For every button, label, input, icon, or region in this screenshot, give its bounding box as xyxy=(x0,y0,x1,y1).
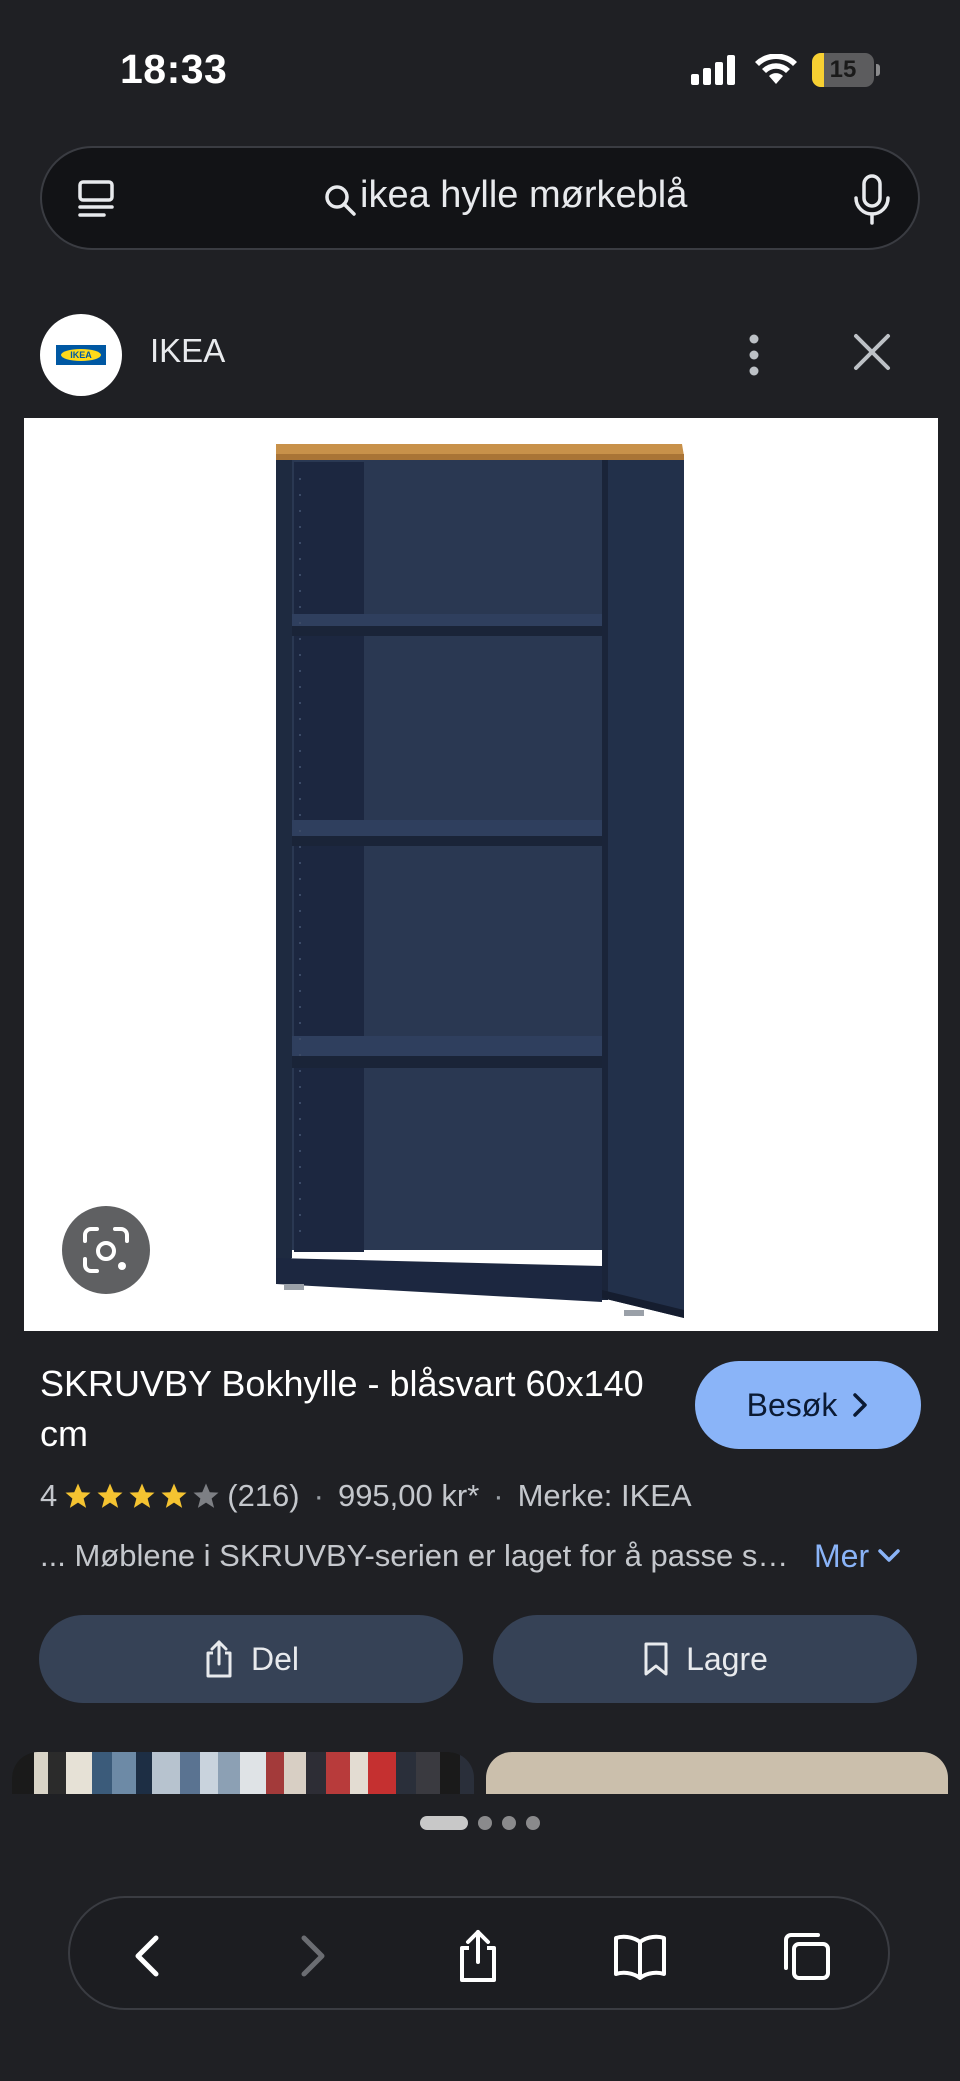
share-button[interactable]: Del xyxy=(39,1615,463,1703)
ikea-logo[interactable]: IKEA xyxy=(40,314,122,396)
source-name[interactable]: IKEA xyxy=(150,332,225,370)
chevron-down-icon xyxy=(878,1549,900,1562)
tabs-icon[interactable] xyxy=(778,1928,834,1984)
rating-value: 4 xyxy=(40,1478,58,1513)
description: ... Møblene i SKRUVBY-serien er laget fo… xyxy=(40,1538,800,1573)
description-row: ... Møblene i SKRUVBY-serien er laget fo… xyxy=(40,1531,920,1581)
meta-row: 4 (216) · 995,00 kr* · Merke: IKEA xyxy=(40,1473,692,1519)
star-filled-icon xyxy=(161,1483,187,1508)
related-image-thumbnail[interactable] xyxy=(12,1752,474,1794)
brand: Merke: IKEA xyxy=(517,1478,692,1513)
forward-icon[interactable] xyxy=(284,1928,340,1984)
close-icon[interactable] xyxy=(852,332,892,372)
product-image[interactable] xyxy=(24,418,938,1331)
related-image-thumbnail[interactable] xyxy=(486,1752,948,1794)
star-filled-icon xyxy=(129,1483,155,1508)
wifi-icon xyxy=(755,54,797,84)
save-button[interactable]: Lagre xyxy=(493,1615,917,1703)
save-label: Lagre xyxy=(686,1640,768,1677)
price: 995,00 kr* xyxy=(337,1478,480,1513)
review-count: (216) xyxy=(227,1478,300,1513)
page-indicator xyxy=(0,1816,960,1830)
more-link[interactable]: Mer xyxy=(814,1538,901,1575)
bookshelf-image xyxy=(24,418,938,1331)
signal-icon xyxy=(691,55,735,85)
search-bar[interactable]: ikea hylle mørkeblå xyxy=(40,146,920,250)
books-image xyxy=(12,1752,474,1794)
share-icon[interactable] xyxy=(450,1928,506,1984)
star-filled-icon xyxy=(97,1483,123,1508)
page-dot xyxy=(526,1816,540,1830)
search-input[interactable]: ikea hylle mørkeblå xyxy=(360,174,687,217)
search-icon xyxy=(325,185,356,216)
visit-button[interactable]: Besøk xyxy=(695,1361,921,1449)
chevron-right-icon xyxy=(853,1393,868,1417)
share-icon xyxy=(206,1640,232,1678)
page-dot-active xyxy=(420,1816,468,1830)
star-empty-icon xyxy=(193,1483,219,1508)
google-lens-icon xyxy=(83,1227,129,1273)
product-title[interactable]: SKRUVBY Bokhylle - blåsvart 60x140 cm xyxy=(40,1359,660,1459)
more-label: Mer xyxy=(814,1537,870,1574)
browser-toolbar xyxy=(68,1896,890,2010)
more-options-icon[interactable] xyxy=(738,330,770,380)
status-time: 18:33 xyxy=(120,46,228,92)
source-row: IKEA IKEA xyxy=(0,300,960,418)
separator: · xyxy=(493,1478,504,1513)
share-label: Del xyxy=(250,1640,299,1677)
tabs-list-icon[interactable] xyxy=(74,178,118,222)
rating-stars xyxy=(63,1481,221,1511)
lens-button[interactable] xyxy=(62,1206,150,1294)
visit-label: Besøk xyxy=(746,1386,838,1423)
status-icons: 15 xyxy=(690,50,880,90)
separator: · xyxy=(313,1478,324,1513)
bookmarks-icon[interactable] xyxy=(612,1928,668,1984)
page-dot xyxy=(478,1816,492,1830)
mic-icon[interactable] xyxy=(850,174,894,226)
back-icon[interactable] xyxy=(120,1928,176,1984)
bookmark-icon xyxy=(644,1642,668,1676)
star-filled-icon xyxy=(65,1483,91,1508)
battery-icon: 15 xyxy=(812,53,874,87)
page-dot xyxy=(502,1816,516,1830)
status-bar: 18:33 15 xyxy=(0,0,960,140)
battery-level: 15 xyxy=(829,56,857,83)
